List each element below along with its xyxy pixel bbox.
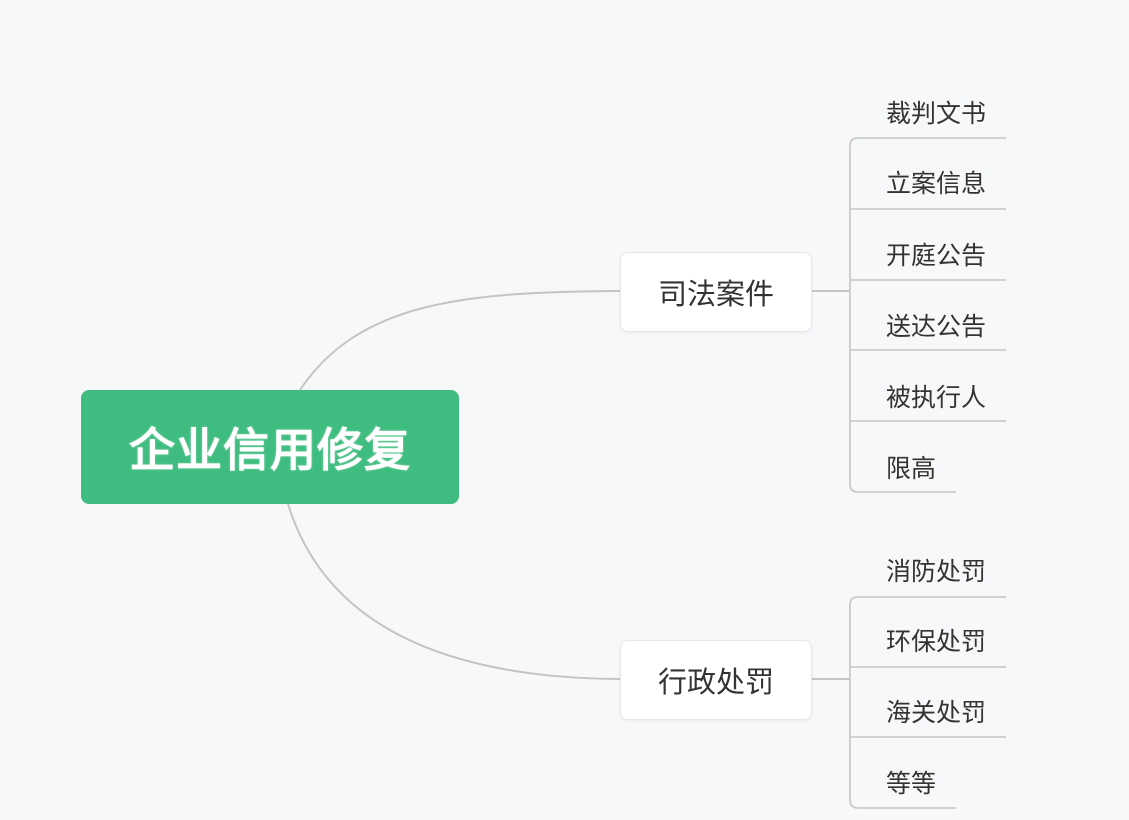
leaf-court-hearing-notice[interactable]: 开庭公告 [886, 236, 1016, 276]
leaf-customs-penalty[interactable]: 海关处罚 [886, 693, 1016, 733]
root-topic[interactable]: 企业信用修复 [81, 390, 459, 504]
leaf-consumption-restriction[interactable]: 限高 [886, 449, 1016, 489]
leaf-etc[interactable]: 等等 [886, 764, 1016, 804]
branch-administrative-penalty-label: 行政处罚 [657, 665, 774, 699]
branch-administrative-penalty[interactable]: 行政处罚 [620, 640, 812, 720]
leaf-environmental-penalty[interactable]: 环保处罚 [886, 622, 1016, 662]
leaf-person-subject-to-enforcement[interactable]: 被执行人 [886, 378, 1016, 418]
connector-root-admin [287, 503, 621, 680]
leaf-judgment-documents[interactable]: 裁判文书 [886, 94, 1016, 134]
connector-root-judicial [299, 290, 621, 391]
leaf-filing-info[interactable]: 立案信息 [886, 164, 1016, 204]
mindmap-canvas: 企业信用修复 司法案件 行政处罚 裁判文书 立案信息 开庭公告 送达公告 被执行… [0, 0, 1129, 820]
leaf-service-notice[interactable]: 送达公告 [886, 307, 1016, 347]
leaf-fire-penalty[interactable]: 消防处罚 [886, 552, 1016, 592]
branch-judicial-cases-label: 司法案件 [657, 277, 774, 311]
root-topic-label: 企业信用修复 [129, 423, 411, 477]
branch-judicial-cases[interactable]: 司法案件 [620, 252, 812, 332]
